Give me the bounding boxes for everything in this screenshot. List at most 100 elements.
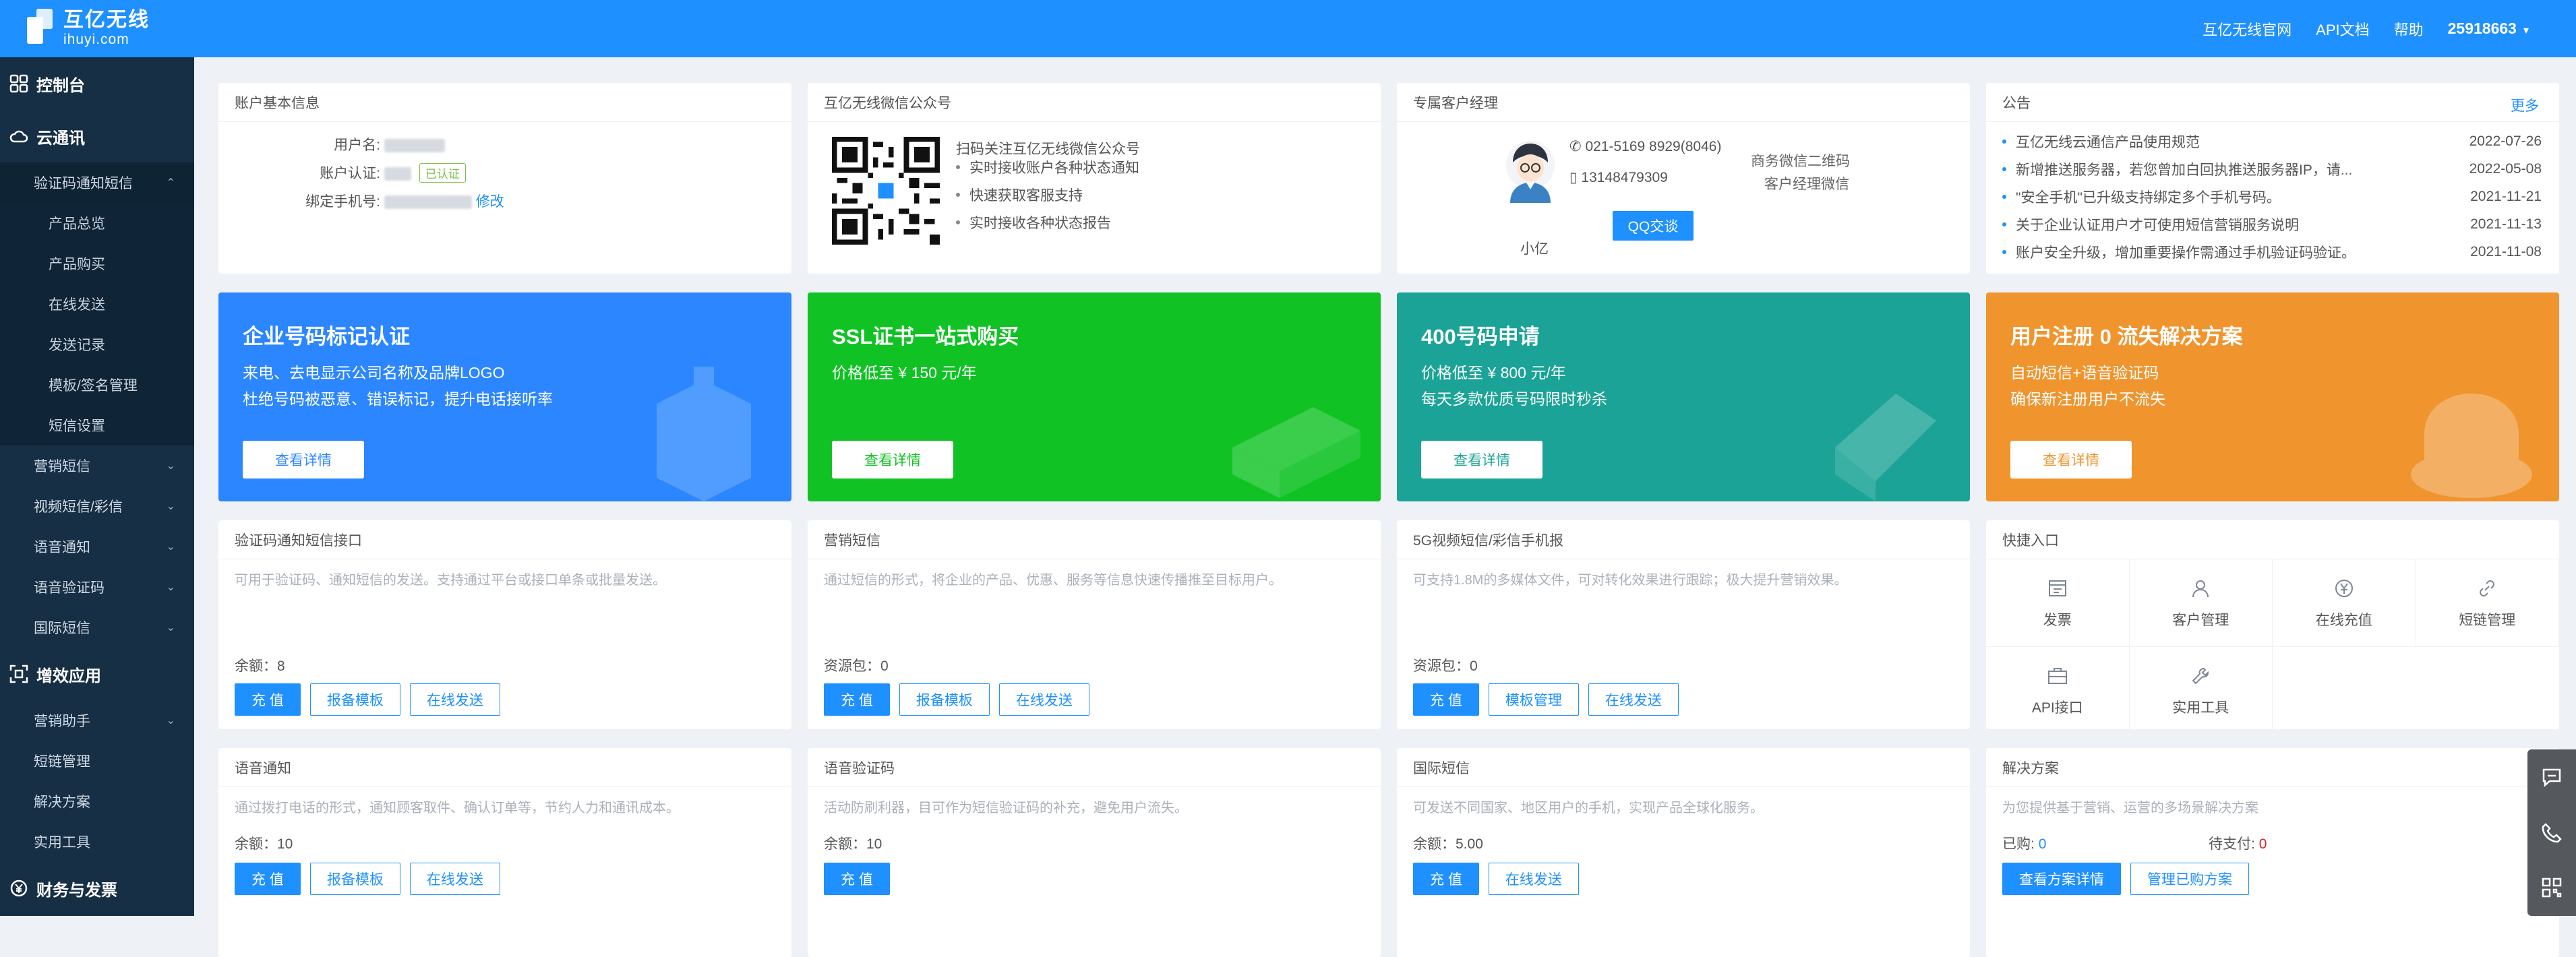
banner-desc: 来电、去电显示公司名称及品牌LOGO杜绝号码被恶意、错误标记，提升电话接听率 — [243, 360, 553, 412]
sidebar-group-cloud[interactable]: 云通讯 — [0, 110, 194, 162]
brand-name: 互亿无线 — [63, 9, 150, 32]
quick-entry-customer[interactable]: 客户管理 — [2130, 559, 2273, 647]
notice-date: 2022-05-08 — [2469, 161, 2542, 177]
quick-entry-shortlink[interactable]: 短链管理 — [2416, 559, 2560, 647]
sidebar: 控制台 云通讯 验证码通知短信 ⌃ 产品总览 产品购买 在线发送 发送记录 模板… — [0, 57, 194, 916]
topnav-site-link[interactable]: 互亿无线官网 — [2203, 18, 2292, 40]
sidebar-item-label: 营销助手 — [34, 710, 90, 731]
notice-more-link[interactable]: 更多 — [2511, 95, 2539, 115]
sidebar-item-label: 视频短信/彩信 — [34, 496, 123, 516]
banner-number-marking[interactable]: 企业号码标记认证 来电、去电显示公司名称及品牌LOGO杜绝号码被恶意、错误标记，… — [218, 292, 791, 501]
sidebar-item-marketing-sms[interactable]: 营销短信⌄ — [0, 445, 194, 486]
main-content: 账户基本信息 用户名: 账户认证: 已认证 绑定手机号: 修改 互亿无线微信公众… — [194, 57, 2576, 916]
manage-solution-button[interactable]: 管理已购方案 — [2130, 863, 2249, 895]
card-title: 语音通知 — [218, 748, 791, 787]
sidebar-item-verify-sms[interactable]: 验证码通知短信 ⌃ — [0, 162, 194, 203]
notice-item[interactable]: 账户安全升级，增加重要操作需通过手机验证码验证。2021-11-08 — [2002, 238, 2542, 266]
quick-entry-tools[interactable]: 实用工具 — [2130, 647, 2273, 729]
qr-button[interactable] — [2527, 860, 2576, 915]
send-online-button[interactable]: 在线发送 — [1588, 683, 1679, 716]
wechat-card: 互亿无线微信公众号 扫码关注互亿无线微信公众号 实时接收账户各种状态通知 快速获… — [808, 83, 1381, 274]
sidebar-item-voice-code[interactable]: 语音验证码⌄ — [0, 567, 194, 607]
product-card-voice-code: 语音验证码 活动防刷利器，目可作为短信验证码的补充，避免用户流失。 余额：10 … — [808, 748, 1381, 957]
notice-item[interactable]: 新增推送服务器，若您曾加白回执推送服务器IP，请...2022-05-08 — [2002, 155, 2542, 183]
send-online-button[interactable]: 在线发送 — [1489, 863, 1579, 895]
chevron-up-icon: ⌃ — [167, 176, 175, 189]
sidebar-item-video-sms[interactable]: 视频短信/彩信⌄ — [0, 486, 194, 526]
product-actions: 充 值 报备模板 在线发送 — [235, 863, 510, 895]
product-actions: 充 值 — [824, 863, 899, 895]
user-menu[interactable]: 25918663▾ — [2448, 20, 2529, 38]
product-actions: 充 值 模板管理 在线发送 — [1413, 683, 1688, 716]
logo[interactable]: 互亿无线 ihuyi.com — [27, 8, 150, 49]
topnav-api-link[interactable]: API文档 — [2316, 18, 2369, 40]
quick-entry-recharge[interactable]: 在线充值 — [2273, 559, 2416, 647]
product-desc: 活动防刷利器，目可作为短信验证码的补充，避免用户流失。 — [824, 797, 1188, 816]
sidebar-item-intl-sms[interactable]: 国际短信⌄ — [0, 607, 194, 648]
sidebar-subitem[interactable]: 在线发送 — [0, 284, 194, 324]
sidebar-item-marketing-assistant[interactable]: 营销助手⌄ — [0, 700, 194, 741]
topnav-help-link[interactable]: 帮助 — [2394, 18, 2424, 40]
modify-phone-link[interactable]: 修改 — [476, 194, 504, 210]
sidebar-group-efficiency[interactable]: 增效应用 — [0, 648, 194, 700]
card-title: 验证码通知短信接口 — [218, 520, 791, 559]
banner-line: 价格低至 ¥ 150 元/年 — [832, 360, 977, 386]
send-online-button[interactable]: 在线发送 — [410, 863, 500, 895]
send-online-button[interactable]: 在线发送 — [410, 683, 500, 716]
auth-row: 账户认证: 已认证 — [218, 162, 466, 183]
phone-button[interactable] — [2527, 805, 2576, 860]
template-manage-button[interactable]: 模板管理 — [1489, 683, 1579, 716]
phone-icon — [2540, 821, 2563, 844]
phone-value — [384, 195, 472, 209]
banner-desc: 自动短信+语音验证码确保新注册用户不流失 — [2010, 360, 2165, 412]
sidebar-item-tools[interactable]: 实用工具 — [0, 822, 194, 862]
sidebar-item-label: 语音验证码 — [34, 577, 104, 597]
qq-chat-button[interactable]: QQ交谈 — [1613, 211, 1694, 241]
banner-line: 每天多款优质号码限时秒杀 — [1421, 386, 1607, 412]
product-balance: 余额：10 — [235, 833, 293, 853]
notice-item[interactable]: "安全手机"已升级支持绑定多个手机号码。2021-11-21 — [2002, 183, 2542, 210]
template-button[interactable]: 报备模板 — [310, 863, 400, 895]
top-bar: 互亿无线 ihuyi.com 互亿无线官网 API文档 帮助 25918663▾ — [0, 0, 2576, 57]
notice-item[interactable]: 互亿无线云通信产品使用规范2022-07-26 — [2002, 127, 2542, 155]
quick-entry-invoice[interactable]: 发票 — [1986, 559, 2130, 647]
banner-detail-button[interactable]: 查看详情 — [1421, 441, 1542, 478]
chat-button[interactable] — [2527, 749, 2576, 805]
banner-line: 自动短信+语音验证码 — [2010, 360, 2165, 386]
recharge-button[interactable]: 充 值 — [1413, 683, 1479, 716]
view-solution-button[interactable]: 查看方案详情 — [2002, 863, 2121, 895]
api-icon — [2046, 665, 2069, 687]
scan-icon — [9, 665, 28, 683]
sidebar-item-label: 营销短信 — [34, 456, 90, 476]
sidebar-item-console[interactable]: 控制台 — [0, 57, 194, 110]
sidebar-item-voice-notice[interactable]: 语音通知⌄ — [0, 526, 194, 567]
sidebar-group-finance[interactable]: 财务与发票 — [0, 862, 194, 915]
send-online-button[interactable]: 在线发送 — [999, 683, 1089, 716]
quick-entry-label: 实用工具 — [2172, 697, 2229, 717]
recharge-button[interactable]: 充 值 — [824, 863, 890, 895]
sidebar-subitem[interactable]: 短信设置 — [0, 405, 194, 445]
quick-entry-api[interactable]: API接口 — [1986, 647, 2130, 729]
banner-detail-button[interactable]: 查看详情 — [2010, 441, 2132, 478]
template-button[interactable]: 报备模板 — [310, 683, 400, 716]
recharge-button[interactable]: 充 值 — [1413, 863, 1479, 895]
sidebar-subitem[interactable]: 发送记录 — [0, 324, 194, 365]
banner-400[interactable]: 400号码申请 价格低至 ¥ 800 元/年每天多款优质号码限时秒杀 查看详情 — [1397, 292, 1970, 501]
banner-ssl[interactable]: SSL证书一站式购买 价格低至 ¥ 150 元/年 查看详情 — [808, 292, 1381, 501]
sidebar-subitem[interactable]: 模板/签名管理 — [0, 365, 194, 405]
banner-detail-button[interactable]: 查看详情 — [832, 441, 953, 478]
notice-item[interactable]: 关于企业认证用户才可使用短信营销服务说明2021-11-13 — [2002, 210, 2542, 238]
product-card-voice-notice: 语音通知 通过拨打电话的形式，通知顾客取件、确认订单等，节约人力和通讯成本。 余… — [218, 748, 791, 957]
sidebar-subitem[interactable]: 产品总览 — [0, 203, 194, 243]
sidebar-item-solutions[interactable]: 解决方案 — [0, 781, 194, 822]
sidebar-item-shortlink[interactable]: 短链管理 — [0, 741, 194, 781]
cloud-lock-illustration — [2397, 373, 2546, 501]
recharge-button[interactable]: 充 值 — [235, 863, 301, 895]
banner-register[interactable]: 用户注册 0 流失解决方案 自动短信+语音验证码确保新注册用户不流失 查看详情 — [1986, 292, 2559, 501]
template-button[interactable]: 报备模板 — [899, 683, 990, 716]
banner-detail-button[interactable]: 查看详情 — [243, 441, 364, 478]
recharge-button[interactable]: 充 值 — [235, 683, 301, 716]
solution-card: 解决方案 为您提供基于营销、运营的多场景解决方案 已购: 0 待支付: 0 查看… — [1986, 748, 2559, 957]
sidebar-subitem[interactable]: 产品购买 — [0, 243, 194, 284]
recharge-button[interactable]: 充 值 — [824, 683, 890, 716]
